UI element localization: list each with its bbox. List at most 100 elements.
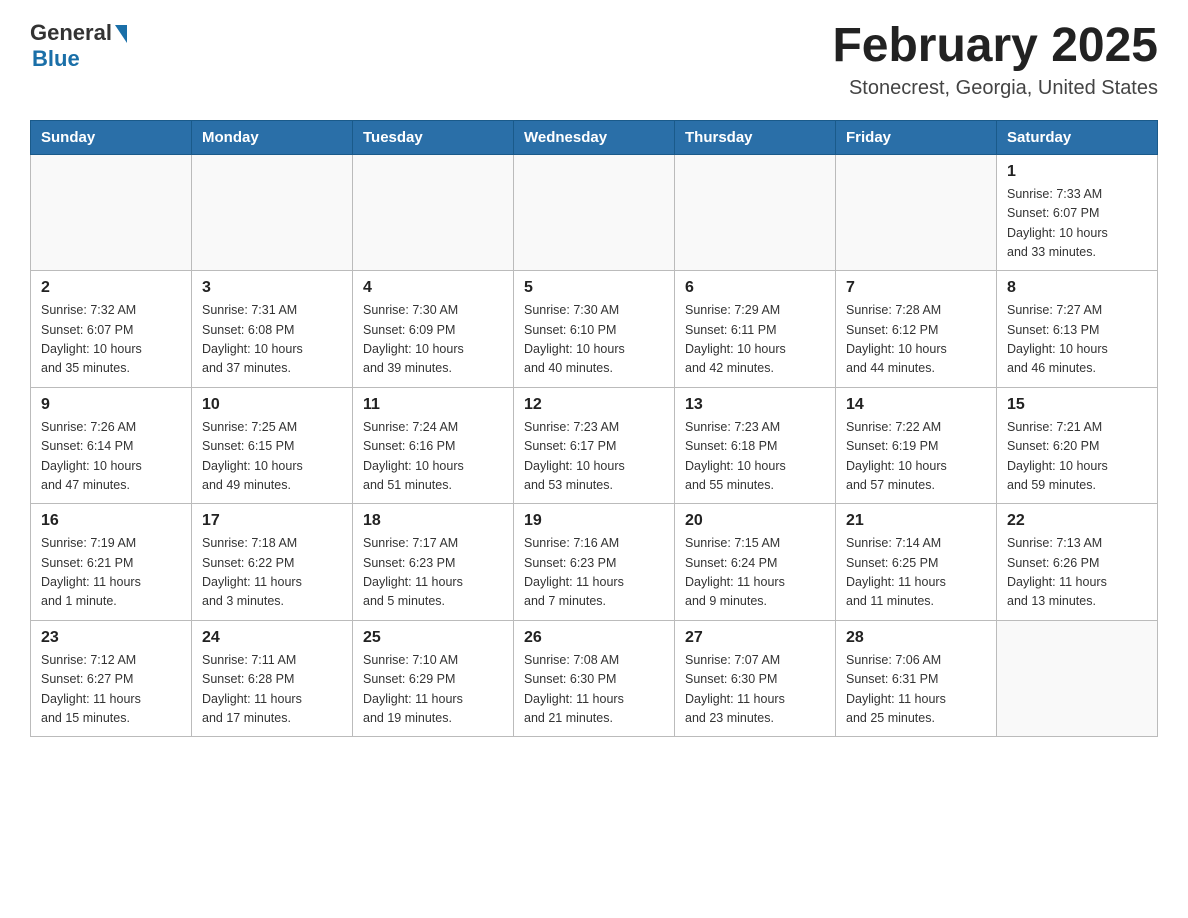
calendar-day-cell — [192, 154, 353, 271]
day-info: Sunrise: 7:08 AM Sunset: 6:30 PM Dayligh… — [524, 651, 664, 729]
day-number: 18 — [363, 512, 503, 530]
day-info: Sunrise: 7:19 AM Sunset: 6:21 PM Dayligh… — [41, 534, 181, 612]
month-title: February 2025 — [832, 20, 1158, 73]
day-number: 1 — [1007, 163, 1147, 181]
calendar-day-cell — [675, 154, 836, 271]
day-info: Sunrise: 7:10 AM Sunset: 6:29 PM Dayligh… — [363, 651, 503, 729]
calendar-week-row: 1 Sunrise: 7:33 AM Sunset: 6:07 PM Daylig… — [31, 154, 1158, 271]
calendar-day-cell: 24 Sunrise: 7:11 AM Sunset: 6:28 PM Dayli… — [192, 620, 353, 737]
day-number: 28 — [846, 629, 986, 647]
day-number: 19 — [524, 512, 664, 530]
calendar-day-cell: 25 Sunrise: 7:10 AM Sunset: 6:29 PM Dayli… — [353, 620, 514, 737]
day-info: Sunrise: 7:29 AM Sunset: 6:11 PM Dayligh… — [685, 301, 825, 379]
day-info: Sunrise: 7:30 AM Sunset: 6:10 PM Dayligh… — [524, 301, 664, 379]
day-number: 23 — [41, 629, 181, 647]
day-number: 17 — [202, 512, 342, 530]
calendar-day-cell: 26 Sunrise: 7:08 AM Sunset: 6:30 PM Dayli… — [514, 620, 675, 737]
day-info: Sunrise: 7:26 AM Sunset: 6:14 PM Dayligh… — [41, 418, 181, 496]
calendar-week-row: 9Sunrise: 7:26 AM Sunset: 6:14 PM Daylig… — [31, 387, 1158, 504]
day-info: Sunrise: 7:06 AM Sunset: 6:31 PM Dayligh… — [846, 651, 986, 729]
day-number: 10 — [202, 396, 342, 414]
calendar-day-cell: 18 Sunrise: 7:17 AM Sunset: 6:23 PM Dayli… — [353, 504, 514, 621]
day-info: Sunrise: 7:23 AM Sunset: 6:18 PM Dayligh… — [685, 418, 825, 496]
day-of-week-header: Monday — [192, 120, 353, 154]
calendar-day-cell: 1 Sunrise: 7:33 AM Sunset: 6:07 PM Daylig… — [997, 154, 1158, 271]
day-number: 7 — [846, 279, 986, 297]
day-number: 22 — [1007, 512, 1147, 530]
day-of-week-header: Tuesday — [353, 120, 514, 154]
calendar-day-cell: 23 Sunrise: 7:12 AM Sunset: 6:27 PM Dayli… — [31, 620, 192, 737]
day-number: 27 — [685, 629, 825, 647]
calendar-day-cell — [836, 154, 997, 271]
day-info: Sunrise: 7:24 AM Sunset: 6:16 PM Dayligh… — [363, 418, 503, 496]
day-number: 8 — [1007, 279, 1147, 297]
calendar-day-cell: 7 Sunrise: 7:28 AM Sunset: 6:12 PM Daylig… — [836, 271, 997, 388]
day-number: 5 — [524, 279, 664, 297]
calendar-day-cell: 28 Sunrise: 7:06 AM Sunset: 6:31 PM Dayli… — [836, 620, 997, 737]
day-info: Sunrise: 7:27 AM Sunset: 6:13 PM Dayligh… — [1007, 301, 1147, 379]
day-info: Sunrise: 7:15 AM Sunset: 6:24 PM Dayligh… — [685, 534, 825, 612]
day-number: 3 — [202, 279, 342, 297]
day-info: Sunrise: 7:17 AM Sunset: 6:23 PM Dayligh… — [363, 534, 503, 612]
day-number: 25 — [363, 629, 503, 647]
day-info: Sunrise: 7:22 AM Sunset: 6:19 PM Dayligh… — [846, 418, 986, 496]
day-info: Sunrise: 7:12 AM Sunset: 6:27 PM Dayligh… — [41, 651, 181, 729]
day-of-week-header: Sunday — [31, 120, 192, 154]
day-number: 14 — [846, 396, 986, 414]
calendar-day-cell: 11 Sunrise: 7:24 AM Sunset: 6:16 PM Dayli… — [353, 387, 514, 504]
page-header: General Blue February 2025 Stonecrest, G… — [30, 20, 1158, 100]
day-number: 15 — [1007, 396, 1147, 414]
calendar-day-cell: 2Sunrise: 7:32 AM Sunset: 6:07 PM Daylig… — [31, 271, 192, 388]
calendar-day-cell: 9Sunrise: 7:26 AM Sunset: 6:14 PM Daylig… — [31, 387, 192, 504]
day-info: Sunrise: 7:14 AM Sunset: 6:25 PM Dayligh… — [846, 534, 986, 612]
calendar-day-cell: 19 Sunrise: 7:16 AM Sunset: 6:23 PM Dayli… — [514, 504, 675, 621]
logo: General Blue — [30, 20, 127, 72]
day-info: Sunrise: 7:13 AM Sunset: 6:26 PM Dayligh… — [1007, 534, 1147, 612]
day-number: 20 — [685, 512, 825, 530]
calendar-table: SundayMondayTuesdayWednesdayThursdayFrid… — [30, 120, 1158, 738]
day-of-week-header: Thursday — [675, 120, 836, 154]
calendar-week-row: 2Sunrise: 7:32 AM Sunset: 6:07 PM Daylig… — [31, 271, 1158, 388]
day-info: Sunrise: 7:25 AM Sunset: 6:15 PM Dayligh… — [202, 418, 342, 496]
day-number: 13 — [685, 396, 825, 414]
day-info: Sunrise: 7:28 AM Sunset: 6:12 PM Dayligh… — [846, 301, 986, 379]
calendar-day-cell: 3Sunrise: 7:31 AM Sunset: 6:08 PM Daylig… — [192, 271, 353, 388]
day-info: Sunrise: 7:33 AM Sunset: 6:07 PM Dayligh… — [1007, 185, 1147, 263]
calendar-day-cell: 20 Sunrise: 7:15 AM Sunset: 6:24 PM Dayli… — [675, 504, 836, 621]
day-number: 16 — [41, 512, 181, 530]
day-info: Sunrise: 7:07 AM Sunset: 6:30 PM Dayligh… — [685, 651, 825, 729]
day-number: 12 — [524, 396, 664, 414]
day-of-week-header: Wednesday — [514, 120, 675, 154]
day-info: Sunrise: 7:18 AM Sunset: 6:22 PM Dayligh… — [202, 534, 342, 612]
calendar-day-cell: 10 Sunrise: 7:25 AM Sunset: 6:15 PM Dayli… — [192, 387, 353, 504]
day-number: 26 — [524, 629, 664, 647]
calendar-day-cell: 15 Sunrise: 7:21 AM Sunset: 6:20 PM Dayli… — [997, 387, 1158, 504]
day-number: 6 — [685, 279, 825, 297]
day-info: Sunrise: 7:30 AM Sunset: 6:09 PM Dayligh… — [363, 301, 503, 379]
day-info: Sunrise: 7:11 AM Sunset: 6:28 PM Dayligh… — [202, 651, 342, 729]
day-info: Sunrise: 7:21 AM Sunset: 6:20 PM Dayligh… — [1007, 418, 1147, 496]
logo-general-text: General — [30, 20, 112, 46]
calendar-week-row: 16 Sunrise: 7:19 AM Sunset: 6:21 PM Dayli… — [31, 504, 1158, 621]
calendar-day-cell: 21 Sunrise: 7:14 AM Sunset: 6:25 PM Dayli… — [836, 504, 997, 621]
calendar-day-cell: 4 Sunrise: 7:30 AM Sunset: 6:09 PM Daylig… — [353, 271, 514, 388]
calendar-day-cell: 27 Sunrise: 7:07 AM Sunset: 6:30 PM Dayli… — [675, 620, 836, 737]
day-info: Sunrise: 7:23 AM Sunset: 6:17 PM Dayligh… — [524, 418, 664, 496]
logo-arrow-icon — [115, 25, 127, 43]
day-info: Sunrise: 7:16 AM Sunset: 6:23 PM Dayligh… — [524, 534, 664, 612]
day-number: 2 — [41, 279, 181, 297]
calendar-day-cell — [514, 154, 675, 271]
day-number: 4 — [363, 279, 503, 297]
calendar-day-cell: 8 Sunrise: 7:27 AM Sunset: 6:13 PM Daylig… — [997, 271, 1158, 388]
calendar-day-cell — [31, 154, 192, 271]
calendar-day-cell: 17 Sunrise: 7:18 AM Sunset: 6:22 PM Dayli… — [192, 504, 353, 621]
day-number: 11 — [363, 396, 503, 414]
day-number: 21 — [846, 512, 986, 530]
day-number: 24 — [202, 629, 342, 647]
day-of-week-header: Saturday — [997, 120, 1158, 154]
calendar-day-cell — [353, 154, 514, 271]
logo-blue-text: Blue — [32, 46, 80, 71]
calendar-day-cell: 22 Sunrise: 7:13 AM Sunset: 6:26 PM Dayli… — [997, 504, 1158, 621]
calendar-day-cell: 12 Sunrise: 7:23 AM Sunset: 6:17 PM Dayli… — [514, 387, 675, 504]
calendar-day-cell: 6 Sunrise: 7:29 AM Sunset: 6:11 PM Daylig… — [675, 271, 836, 388]
